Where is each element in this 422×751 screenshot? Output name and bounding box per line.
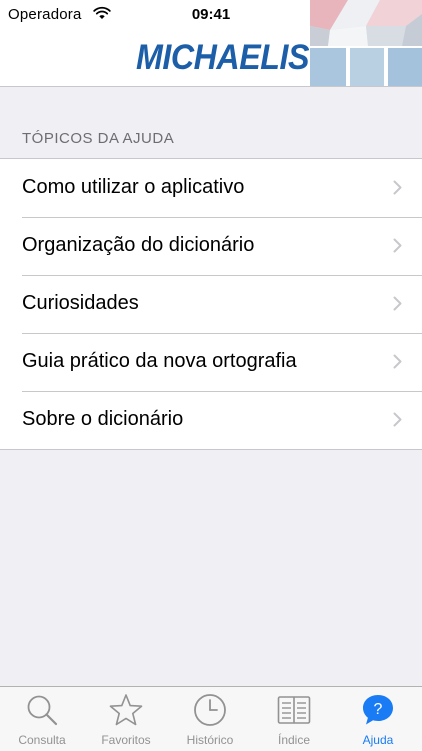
list-item-label: Como utilizar o aplicativo xyxy=(22,176,245,198)
help-topic-how-to-use[interactable]: Como utilizar o aplicativo xyxy=(0,159,422,217)
star-icon xyxy=(109,694,143,726)
help-topics-list: Como utilizar o aplicativo Organização d… xyxy=(0,158,422,450)
help-topic-about-dictionary[interactable]: Sobre o dicionário xyxy=(0,391,422,449)
tab-indice[interactable]: Índice xyxy=(252,687,336,751)
tab-label: Ajuda xyxy=(362,733,394,747)
section-title: TÓPICOS DA AJUDA xyxy=(22,130,175,147)
help-icon: ? xyxy=(363,695,393,725)
chevron-right-icon xyxy=(393,354,402,369)
svg-text:?: ? xyxy=(374,701,383,718)
chevron-right-icon xyxy=(393,238,402,253)
michaelis-logo: MICHAELIS xyxy=(136,38,309,77)
tab-historico[interactable]: Histórico xyxy=(168,687,252,751)
search-icon xyxy=(27,695,58,726)
chevron-right-icon xyxy=(393,180,402,195)
tab-label: Favoritos xyxy=(101,733,151,747)
tab-favoritos[interactable]: Favoritos xyxy=(84,687,168,751)
tab-bar: Consulta Favoritos Histórico Índice ? Aj… xyxy=(0,686,422,751)
list-item-label: Curiosidades xyxy=(22,292,139,314)
list-item-label: Organização do dicionário xyxy=(22,234,255,256)
clock-icon xyxy=(194,694,226,726)
list-item-label: Guia prático da nova ortografia xyxy=(22,350,297,372)
list-item-label: Sobre o dicionário xyxy=(22,408,184,430)
chevron-right-icon xyxy=(393,412,402,427)
tab-label: Histórico xyxy=(186,733,234,747)
tab-label: Índice xyxy=(277,733,311,747)
help-topic-curiosities[interactable]: Curiosidades xyxy=(0,275,422,333)
tab-ajuda[interactable]: ? Ajuda xyxy=(336,687,420,751)
tab-consulta[interactable]: Consulta xyxy=(0,687,84,751)
help-screen: Operadora 09:41 MICHAELIS TÓPICOS DA AJU… xyxy=(0,0,422,751)
tab-label: Consulta xyxy=(18,733,66,747)
help-topic-dictionary-organization[interactable]: Organização do dicionário xyxy=(0,217,422,275)
chevron-right-icon xyxy=(393,296,402,311)
help-topic-spelling-guide[interactable]: Guia prático da nova ortografia xyxy=(0,333,422,391)
book-icon xyxy=(277,696,311,724)
header-decoration xyxy=(310,0,422,86)
header: Operadora 09:41 MICHAELIS xyxy=(0,0,422,87)
